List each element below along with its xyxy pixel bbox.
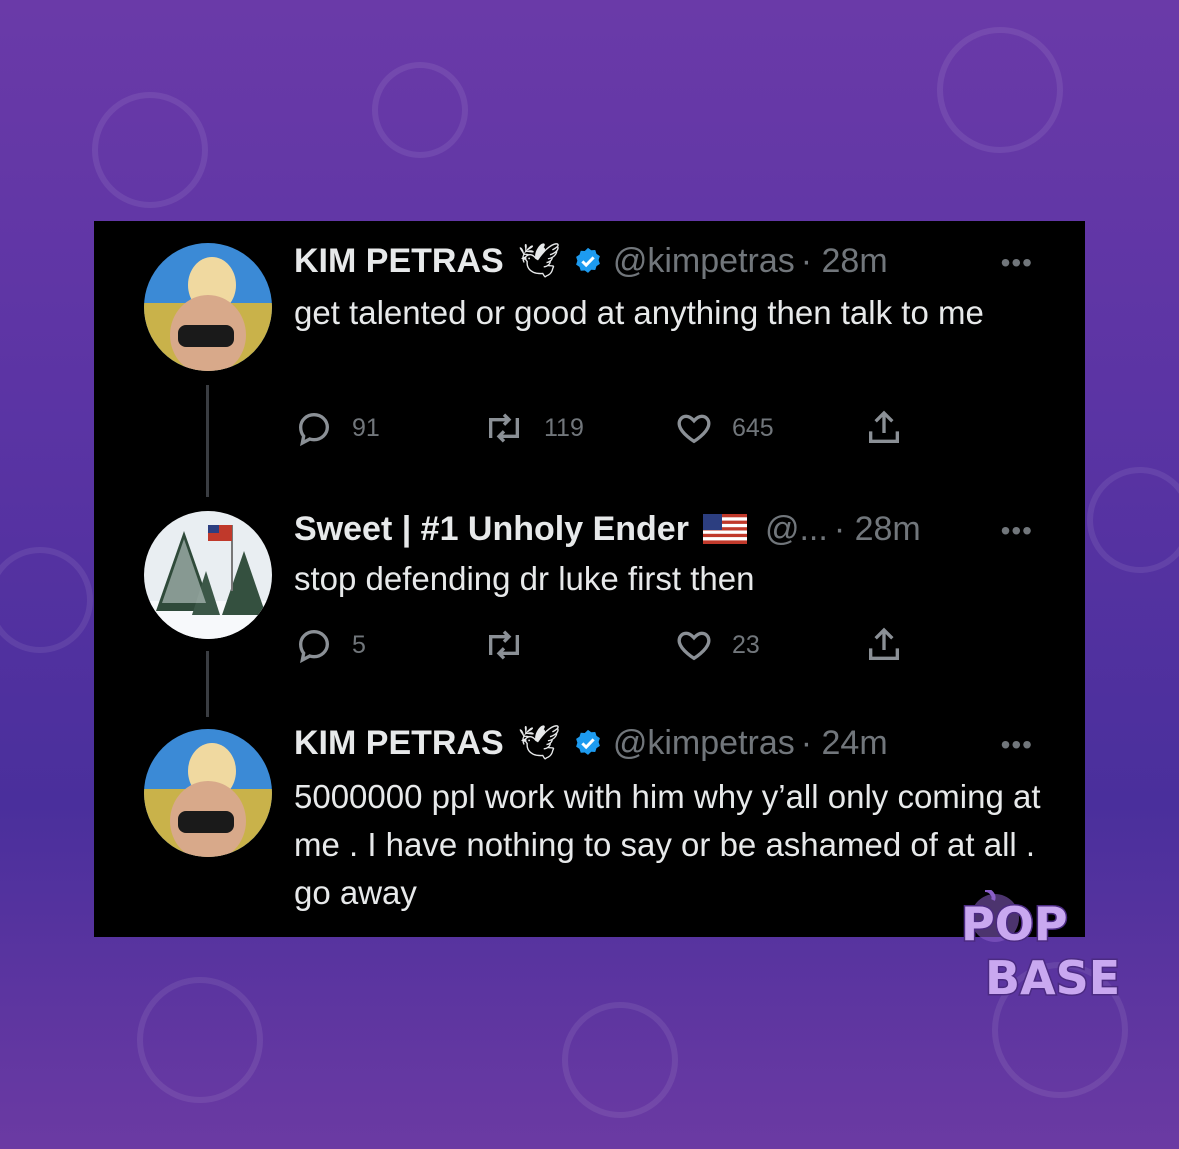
tweet-thread-card: KIM PETRAS 🕊 @kimpetras · 28m ••• get ta…: [94, 221, 1085, 937]
heart-icon: [677, 414, 711, 444]
tweet-1[interactable]: KIM PETRAS 🕊 @kimpetras · 28m ••• get ta…: [94, 221, 1085, 497]
verified-badge-icon: [575, 247, 600, 273]
retweet-count: 119: [544, 413, 584, 442]
avatar-sweet[interactable]: [144, 511, 272, 639]
retweet-button[interactable]: 119: [482, 408, 584, 448]
like-count: 23: [732, 630, 760, 659]
reply-count: 91: [352, 413, 380, 442]
thread-line: [206, 651, 209, 717]
more-options-icon[interactable]: •••: [1001, 515, 1033, 547]
tweet-text: get talented or good at anything then ta…: [294, 294, 984, 331]
reply-count: 5: [352, 630, 366, 659]
share-button[interactable]: [864, 408, 922, 448]
like-count: 645: [732, 413, 774, 442]
dove-emoji-icon: 🕊: [517, 242, 561, 280]
pop-base-logo: POP BASE: [955, 888, 1125, 1010]
handle[interactable]: @kimpetras: [613, 242, 795, 281]
tweet-header: KIM PETRAS 🕊 @kimpetras · 24m: [294, 723, 888, 763]
more-options-icon[interactable]: •••: [1001, 729, 1033, 761]
svg-text:POP: POP: [961, 897, 1068, 951]
retweet-icon: [489, 413, 519, 443]
svg-text:BASE: BASE: [985, 951, 1120, 1005]
tweet-3[interactable]: KIM PETRAS 🕊 @kimpetras · 24m ••• 500000…: [94, 711, 1085, 937]
tweet-header: Sweet | #1 Unholy Ender @... · 28m: [294, 509, 921, 549]
like-button[interactable]: 23: [674, 625, 760, 665]
tweet-actions: 91 119 645: [294, 408, 994, 448]
timestamp[interactable]: · 28m: [834, 510, 921, 549]
us-flag-icon: [702, 514, 747, 544]
heart-icon: [677, 631, 711, 661]
reply-button[interactable]: 91: [294, 408, 380, 448]
reply-icon: [298, 412, 330, 447]
tweet-header: KIM PETRAS 🕊 @kimpetras · 28m: [294, 241, 888, 281]
reply-icon: [298, 629, 330, 664]
retweet-button[interactable]: [482, 625, 544, 665]
avatar-kim-petras[interactable]: [144, 243, 272, 371]
thread-line: [206, 385, 209, 497]
verified-badge-icon: [575, 729, 600, 755]
reply-button[interactable]: 5: [294, 625, 366, 665]
share-button[interactable]: [864, 625, 922, 665]
share-icon: [869, 410, 899, 443]
tweet-text: stop defending dr luke first then: [294, 560, 755, 597]
display-name[interactable]: KIM PETRAS: [294, 242, 504, 281]
tweet-actions: 5 23: [294, 625, 994, 665]
display-name[interactable]: KIM PETRAS: [294, 724, 504, 763]
handle[interactable]: @...: [765, 510, 828, 549]
handle[interactable]: @kimpetras: [613, 724, 795, 763]
tweet-2[interactable]: Sweet | #1 Unholy Ender @... · 28m ••• s…: [94, 497, 1085, 717]
timestamp[interactable]: · 24m: [801, 724, 888, 763]
more-options-icon[interactable]: •••: [1001, 247, 1033, 279]
like-button[interactable]: 645: [674, 408, 774, 448]
display-name[interactable]: Sweet | #1 Unholy Ender: [294, 510, 689, 549]
tweet-text: 5000000 ppl work with him why y’all only…: [294, 778, 1041, 911]
share-icon: [869, 627, 899, 660]
dove-emoji-icon: 🕊: [517, 724, 561, 762]
timestamp[interactable]: · 28m: [801, 242, 888, 281]
avatar-kim-petras[interactable]: [144, 729, 272, 857]
retweet-icon: [489, 630, 519, 660]
